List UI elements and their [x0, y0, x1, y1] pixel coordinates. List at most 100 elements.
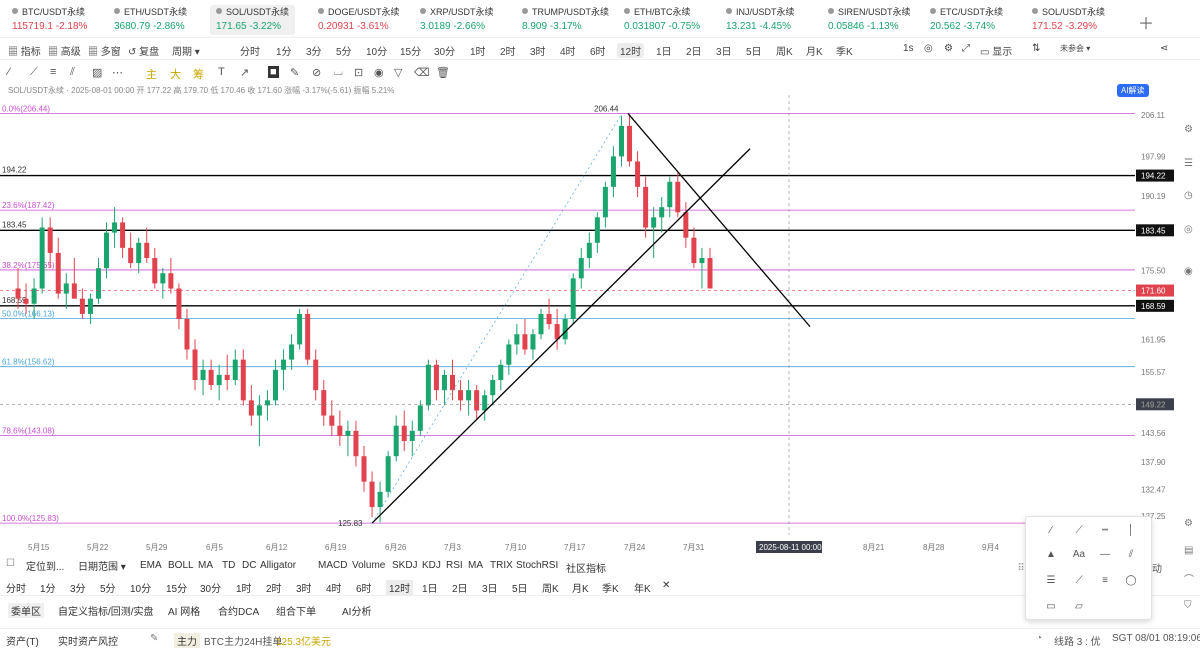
indicator-12[interactable]: TRIX: [490, 560, 513, 571]
timeframe-8[interactable]: 2时: [500, 43, 516, 58]
seconds-toggle[interactable]: 1s: [903, 43, 914, 54]
clock-icon[interactable]: ◷: [1184, 190, 1193, 201]
settings-icon[interactable]: ⚙: [944, 43, 953, 54]
date-range-button[interactable]: 日期范围 ▾: [78, 558, 126, 573]
timeframe-9[interactable]: 3时: [530, 43, 546, 58]
indicator-5[interactable]: Alligator: [260, 560, 296, 571]
tf2-13[interactable]: 1日: [422, 580, 438, 595]
parallel-channel-icon[interactable]: ⫽: [1118, 545, 1144, 565]
chips-button[interactable]: 筹: [193, 66, 204, 82]
timeframe-16[interactable]: 5日: [746, 43, 762, 58]
timeframe-14[interactable]: 2日: [686, 43, 702, 58]
risk-control-link[interactable]: 实时资产风控: [58, 633, 118, 648]
eye-tool-icon[interactable]: ◉: [374, 66, 384, 79]
tf2-11[interactable]: 6时: [356, 580, 372, 595]
assets-label[interactable]: 资产(T): [6, 633, 39, 648]
tf2-17[interactable]: 周K: [542, 580, 559, 595]
trash-icon[interactable]: 🗑: [436, 66, 450, 79]
camera-icon[interactable]: ◎: [924, 43, 933, 54]
main-force-button[interactable]: 主: [146, 66, 157, 82]
fib-retracement-icon[interactable]: ☰: [1038, 571, 1064, 591]
replay-button[interactable]: ↺ 复盘: [128, 43, 159, 58]
timeframe-11[interactable]: 6时: [590, 43, 606, 58]
ticker-7[interactable]: INJ/USDT永续 13.231 -4.45%: [720, 5, 801, 35]
timeframe-18[interactable]: 月K: [806, 43, 823, 58]
order-tab-4[interactable]: 组合下单: [276, 603, 316, 618]
tf2-15[interactable]: 3日: [482, 580, 498, 595]
list-icon[interactable]: ☰: [1184, 158, 1193, 169]
channel-icon[interactable]: ⟋: [1066, 571, 1092, 591]
period-button[interactable]: 周期 ▾: [172, 43, 200, 58]
tf2-14[interactable]: 2日: [452, 580, 468, 595]
ticker-6[interactable]: ETH/BTC永续 0.031807 -0.75%: [618, 5, 706, 35]
indicator-11[interactable]: MA: [468, 560, 483, 571]
calendar-icon[interactable]: ☐: [6, 558, 15, 569]
rectangle-icon[interactable]: ▭: [1038, 597, 1064, 617]
target-icon[interactable]: ◎: [1184, 224, 1193, 235]
alert-icon[interactable]: ◉: [1184, 266, 1193, 277]
ellipse-icon[interactable]: ◯: [1118, 571, 1144, 591]
timeframe-2[interactable]: 3分: [306, 43, 322, 58]
tf2-8[interactable]: 2时: [266, 580, 282, 595]
filter-tool-icon[interactable]: ▽: [394, 66, 402, 79]
indicator-3[interactable]: TD: [222, 560, 235, 571]
ticker-4[interactable]: XRP/USDT永续 3.0189 -2.66%: [414, 5, 500, 35]
text-icon[interactable]: Aa: [1066, 545, 1092, 565]
timeframe-13[interactable]: 1日: [656, 43, 672, 58]
tf2-6[interactable]: 30分: [200, 580, 221, 595]
bookmark-tool-icon[interactable]: ■: [268, 66, 279, 78]
goto-date-button[interactable]: 定位到...: [26, 558, 64, 573]
fullscreen-icon[interactable]: ⤢: [962, 43, 970, 54]
ticker-2[interactable]: SOL/USDT永续 171.65 -3.22%: [210, 5, 296, 35]
ticker-5[interactable]: TRUMP/USDT永续 8.909 -3.17%: [516, 5, 615, 35]
tf2-3[interactable]: 5分: [100, 580, 116, 595]
indicator-8[interactable]: SKDJ: [392, 560, 418, 571]
timeframe-5[interactable]: 15分: [400, 43, 421, 58]
ticker-0[interactable]: BTC/USDT永续 115719.1 -2.18%: [6, 5, 93, 35]
tf2-4[interactable]: 10分: [130, 580, 151, 595]
tf2-0[interactable]: 分时: [6, 580, 26, 595]
timeframe-12[interactable]: 12时: [617, 43, 645, 58]
order-tab-3[interactable]: 合约DCA: [218, 603, 259, 618]
indicator-7[interactable]: Volume: [352, 560, 385, 571]
more-tools-icon[interactable]: ⋯: [112, 66, 123, 79]
indicator-4[interactable]: DC: [242, 560, 256, 571]
sidebar-settings-icon[interactable]: ⚙: [1184, 518, 1193, 529]
indicator-0[interactable]: EMA: [140, 560, 162, 571]
advanced-button[interactable]: ▦ 高级: [48, 43, 81, 58]
tf2-10[interactable]: 4时: [326, 580, 342, 595]
indicator-14[interactable]: 社区指标: [566, 560, 606, 575]
ticker-1[interactable]: ETH/USDT永续 3680.79 -2.86%: [108, 5, 193, 35]
indicator-10[interactable]: RSI: [446, 560, 463, 571]
sort-icon[interactable]: ⇅: [1032, 43, 1040, 54]
order-tab-0[interactable]: 委单区: [8, 603, 44, 618]
measure-tool-icon[interactable]: ↗: [240, 66, 249, 79]
hline-ruler-icon[interactable]: ┅: [1092, 521, 1118, 541]
network-line-status[interactable]: 线路 3 : 优: [1054, 633, 1101, 648]
timeframe-19[interactable]: 季K: [836, 43, 853, 58]
tf2-2[interactable]: 3分: [70, 580, 86, 595]
tf2-7[interactable]: 1时: [236, 580, 252, 595]
shape-icon[interactable]: ▲: [1038, 545, 1064, 565]
tf2-16[interactable]: 5日: [512, 580, 528, 595]
timeframe-10[interactable]: 4时: [560, 43, 576, 58]
timeframe-15[interactable]: 3日: [716, 43, 732, 58]
ray-tool-icon[interactable]: ⟋: [30, 66, 38, 79]
tf2-18[interactable]: 月K: [572, 580, 589, 595]
pen-tool-icon[interactable]: ✎: [290, 66, 299, 79]
tf2-1[interactable]: 1分: [40, 580, 56, 595]
tf2-5[interactable]: 15分: [166, 580, 187, 595]
tf2-9[interactable]: 3时: [296, 580, 312, 595]
not-joined-button[interactable]: 未参会 ▾: [1060, 43, 1090, 54]
timeframe-17[interactable]: 周K: [776, 43, 793, 58]
parallelogram-icon[interactable]: ▱: [1066, 597, 1092, 617]
close-icon[interactable]: ✕: [662, 580, 670, 591]
indicator-1[interactable]: BOLL: [168, 560, 194, 571]
timeframe-4[interactable]: 10分: [366, 43, 387, 58]
ticker-10[interactable]: SOL/USDT永续 171.52 -3.29%: [1026, 5, 1111, 35]
delete-tool-icon[interactable]: ⌫: [414, 66, 430, 79]
edit-icon[interactable]: ✎: [150, 633, 158, 644]
trendline-icon[interactable]: ⁄: [1038, 521, 1064, 541]
timeframe-6[interactable]: 30分: [434, 43, 455, 58]
shape-tool-icon[interactable]: ▨: [92, 66, 102, 79]
